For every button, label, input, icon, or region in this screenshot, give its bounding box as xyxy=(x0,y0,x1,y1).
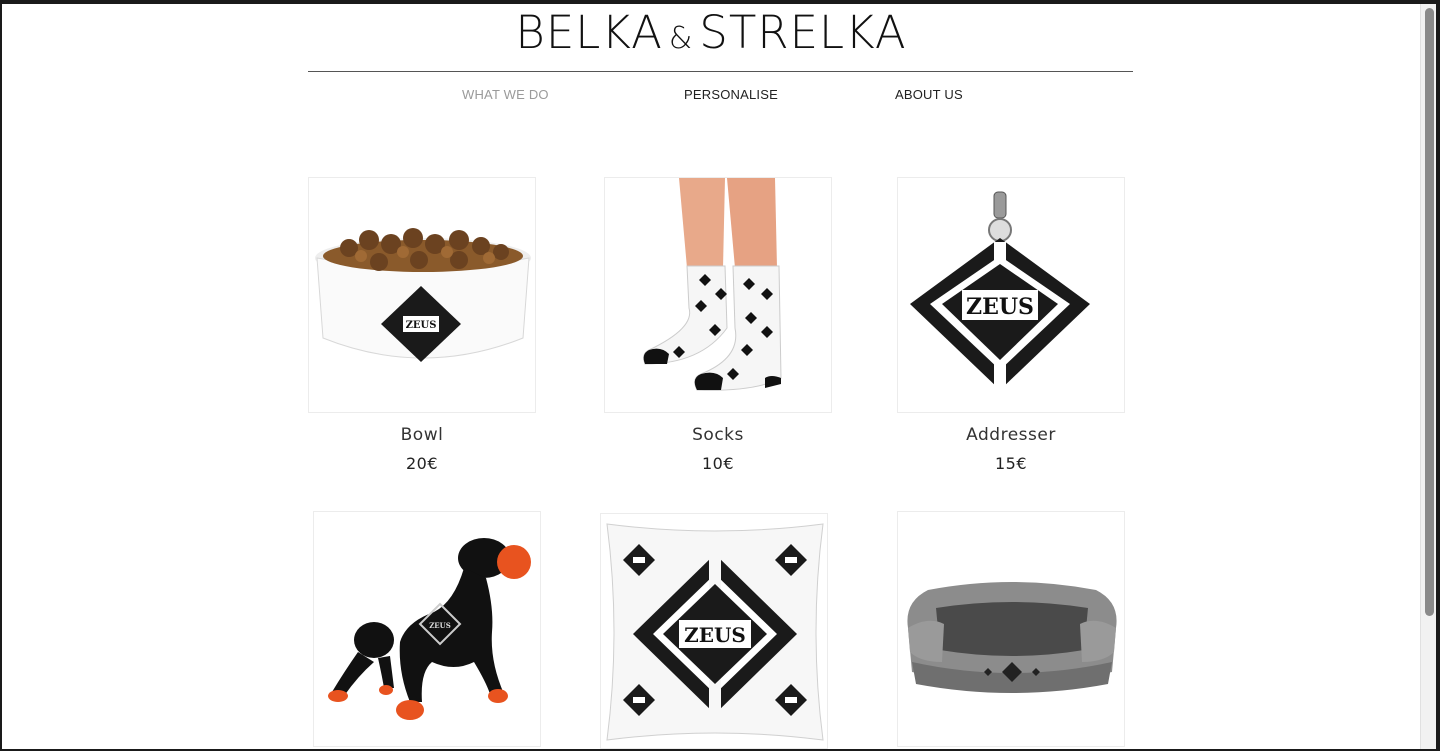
brand-name-left: BELKA xyxy=(515,6,663,59)
product-name[interactable]: Bowl xyxy=(308,425,536,445)
product-name[interactable]: Addresser xyxy=(897,425,1125,445)
tag-logo-text: ZEUS xyxy=(966,294,1034,320)
product-price: 15€ xyxy=(994,454,1028,473)
product-card-pet-bed[interactable] xyxy=(897,511,1125,749)
product-card-addresser[interactable]: ZEUS Addresser 15€ xyxy=(897,177,1125,473)
tag-pendant-image[interactable]: ZEUS xyxy=(897,177,1125,413)
product-card-pillow[interactable]: ZEUS xyxy=(600,513,828,749)
scrollbar-thumb[interactable] xyxy=(1425,8,1434,616)
toy-logo-text: ZEUS xyxy=(429,621,451,630)
dog-toy-image[interactable]: ZEUS xyxy=(313,511,541,747)
bowl-logo-text: ZEUS xyxy=(406,320,437,331)
main-nav: WHAT WE DO PERSONALISE ABOUT US xyxy=(2,87,1420,107)
vertical-scrollbar[interactable] xyxy=(1420,4,1436,749)
product-card-socks[interactable]: Socks 10€ xyxy=(604,177,832,473)
pillow-logo-text: ZEUS xyxy=(684,623,746,647)
pet-bed-image[interactable] xyxy=(897,511,1125,747)
nav-what-we-do[interactable]: WHAT WE DO xyxy=(462,87,549,102)
socks-image[interactable] xyxy=(604,177,832,413)
product-card-dog-toy[interactable]: ZEUS xyxy=(313,511,541,749)
nav-about-us[interactable]: ABOUT US xyxy=(895,87,963,102)
product-price: 10€ xyxy=(701,454,735,473)
pillow-image[interactable]: ZEUS xyxy=(600,513,828,749)
product-name[interactable]: Socks xyxy=(604,425,832,445)
product-price: 20€ xyxy=(405,454,439,473)
pet-bowl-image[interactable]: ZEUS xyxy=(308,177,536,413)
brand-name-right: STRELKA xyxy=(699,6,907,59)
nav-personalise[interactable]: PERSONALISE xyxy=(684,87,778,102)
browser-viewport: BELKA & STRELKA WHAT WE DO PERSONALISE ABO… xyxy=(2,4,1436,749)
brand-ampersand: & xyxy=(668,21,694,56)
brand-logo[interactable]: BELKA & STRELKA xyxy=(2,6,1420,59)
header-divider xyxy=(308,71,1133,72)
product-card-bowl[interactable]: ZEUS Bowl 20€ xyxy=(308,177,536,473)
